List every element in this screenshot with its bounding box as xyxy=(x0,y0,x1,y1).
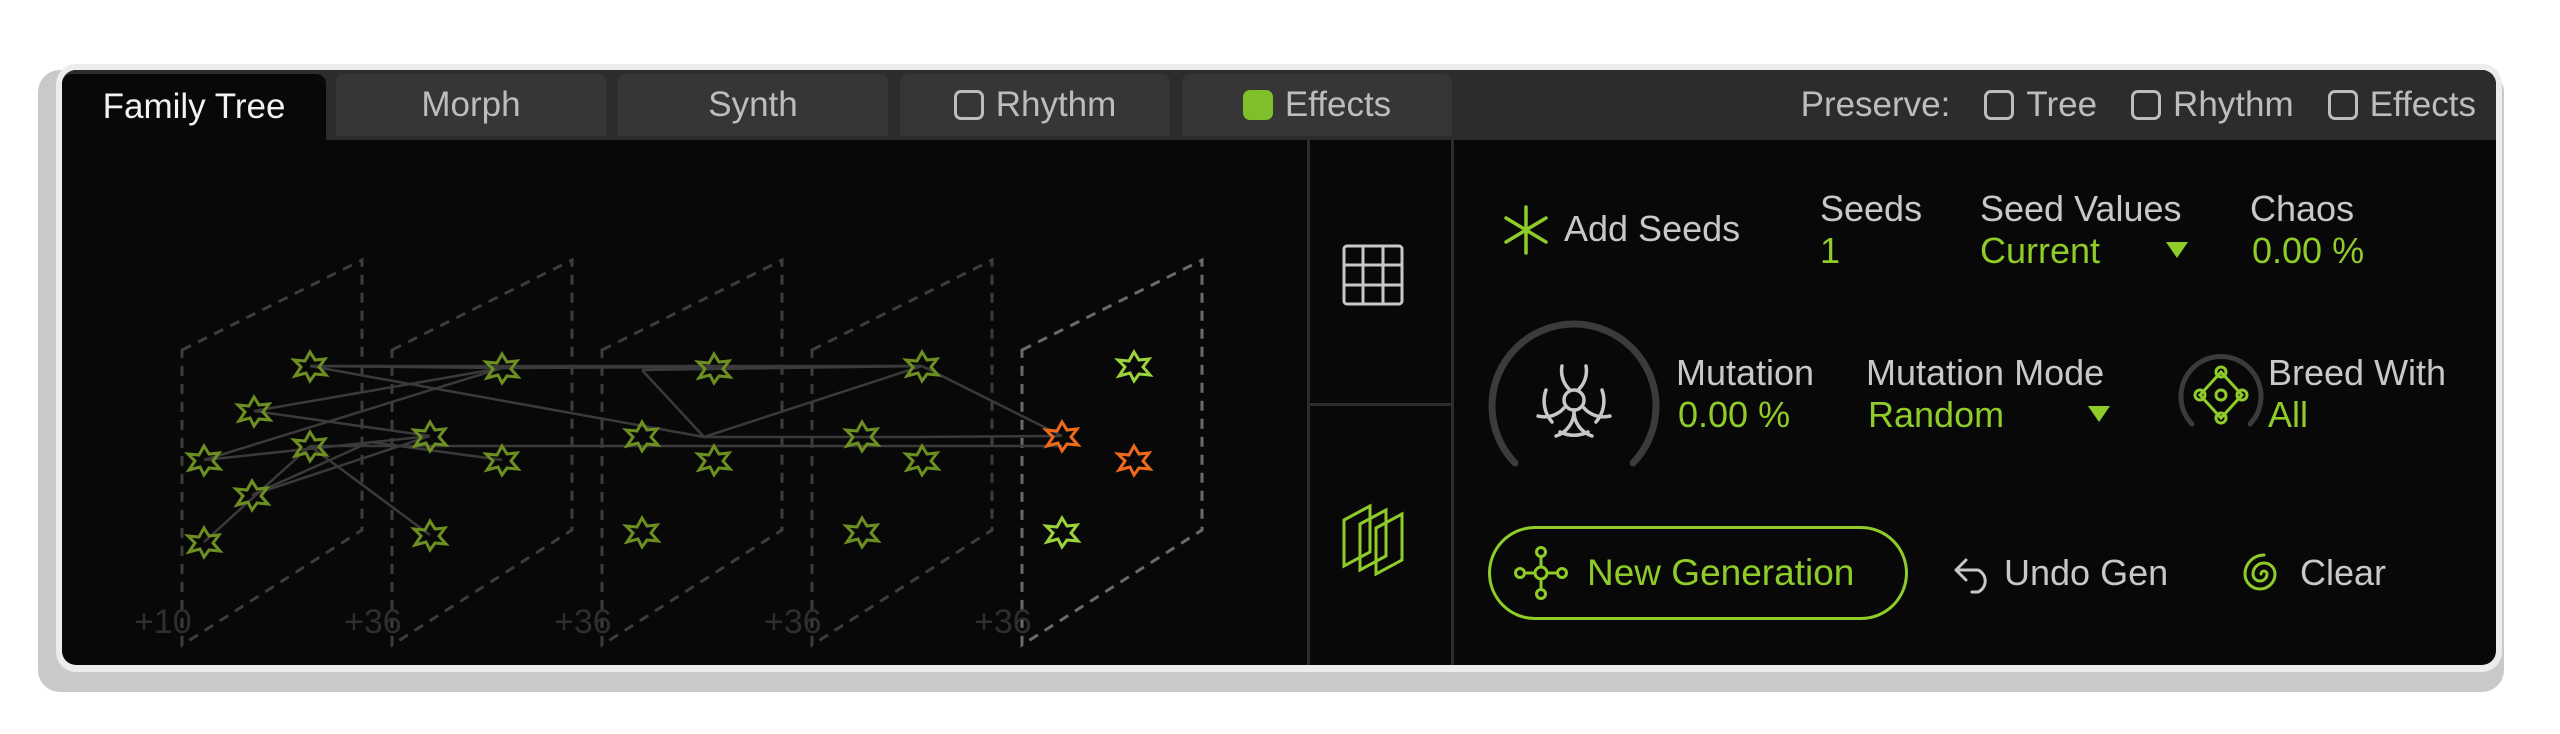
preserve-rhythm-checkbox[interactable] xyxy=(2131,90,2162,120)
seed-values-value: Current xyxy=(1980,230,2101,271)
tree-node xyxy=(1116,350,1152,383)
preserve-tree-label: Tree xyxy=(2026,85,2098,124)
tab-effects[interactable]: Effects xyxy=(1182,74,1452,136)
seeds-label: Seeds xyxy=(1820,188,1923,229)
branch-icon xyxy=(1514,546,1568,600)
tree-node xyxy=(904,444,940,477)
preserve-group: Preserve: Tree Rhythm Effects xyxy=(1801,70,2476,140)
clear-button[interactable]: Clear xyxy=(2240,548,2420,598)
new-generation-label: New Generation xyxy=(1587,552,1855,593)
grid-icon[interactable] xyxy=(1340,242,1406,308)
plugin-panel: Family Tree Morph Synth Rhythm Effects P… xyxy=(62,70,2496,665)
undo-gen-button[interactable]: Undo Gen xyxy=(1952,548,2192,598)
undo-gen-label: Undo Gen xyxy=(2004,552,2169,593)
seed-values-label: Seed Values xyxy=(1980,188,2182,229)
family-tree-view[interactable] xyxy=(62,140,1307,665)
breed-with-value[interactable]: All xyxy=(2268,394,2308,436)
clear-label: Clear xyxy=(2300,552,2387,593)
tab-morph[interactable]: Morph xyxy=(336,74,606,136)
dropdown-arrow-icon xyxy=(2088,406,2110,422)
divider xyxy=(1310,403,1454,406)
preserve-rhythm[interactable]: Rhythm xyxy=(2131,85,2294,125)
add-seeds-button[interactable]: Add Seeds xyxy=(1500,200,1830,260)
tree-node-selected xyxy=(1116,444,1152,477)
breed-icon[interactable] xyxy=(2176,350,2266,440)
generation-label: +36 xyxy=(554,603,612,641)
seeds-value[interactable]: 1 xyxy=(1820,230,1840,272)
generation-plane xyxy=(810,257,994,648)
generation-label: +36 xyxy=(764,603,822,641)
mutation-value[interactable]: 0.00 % xyxy=(1678,394,1790,436)
generation-plane xyxy=(1020,257,1204,648)
preserve-effects-label: Effects xyxy=(2369,85,2476,124)
chaos-value[interactable]: 0.00 % xyxy=(2252,230,2364,272)
effects-checkbox[interactable] xyxy=(1242,90,1273,120)
breed-with-label: Breed With xyxy=(2268,352,2447,393)
tree-node xyxy=(844,516,880,549)
tab-label: Synth xyxy=(708,85,798,124)
biohazard-icon xyxy=(1536,364,1612,438)
generation-label: +36 xyxy=(974,603,1032,641)
preserve-tree[interactable]: Tree xyxy=(1984,85,2097,125)
mutation-mode-label: Mutation Mode xyxy=(1866,352,2105,393)
tree-node xyxy=(624,516,660,549)
generation-plane xyxy=(390,257,574,648)
asterisk-icon xyxy=(1504,205,1548,255)
preserve-label: Preserve: xyxy=(1800,85,1951,124)
new-generation-button[interactable]: New Generation xyxy=(1488,526,1908,620)
rhythm-checkbox[interactable] xyxy=(953,90,984,120)
preserve-effects[interactable]: Effects xyxy=(2327,85,2476,125)
tab-label: Family Tree xyxy=(102,87,286,126)
tab-label: Rhythm xyxy=(995,85,1117,124)
tab-synth[interactable]: Synth xyxy=(618,74,888,136)
spiral-icon xyxy=(2243,553,2277,591)
generation-label: +36 xyxy=(344,603,402,641)
mutation-knob[interactable] xyxy=(1482,304,1666,488)
preserve-tree-checkbox[interactable] xyxy=(1984,90,2015,120)
mutation-mode-value: Random xyxy=(1868,394,2005,435)
tree-node xyxy=(484,444,520,477)
layers-icon[interactable] xyxy=(1340,500,1408,576)
preserve-effects-checkbox[interactable] xyxy=(2327,90,2358,120)
generation-plane xyxy=(600,257,784,648)
add-seeds-label: Add Seeds xyxy=(1564,208,1741,249)
generation-label: +10 xyxy=(134,603,192,641)
tree-node xyxy=(234,479,270,512)
undo-arrow-icon xyxy=(1954,558,1987,594)
tab-rhythm[interactable]: Rhythm xyxy=(900,74,1170,136)
tab-label: Effects xyxy=(1284,85,1392,124)
preserve-rhythm-label: Rhythm xyxy=(2173,85,2294,124)
tree-node xyxy=(696,444,732,477)
dropdown-arrow-icon xyxy=(2166,242,2188,258)
tab-label: Morph xyxy=(421,85,521,124)
tab-bar: Family Tree Morph Synth Rhythm Effects P… xyxy=(62,70,2496,140)
tree-node xyxy=(1044,516,1080,549)
mutation-mode-dropdown[interactable]: Random xyxy=(1868,394,2110,438)
tab-family-tree[interactable]: Family Tree xyxy=(62,74,326,140)
tree-node xyxy=(186,444,222,477)
chaos-label: Chaos xyxy=(2250,188,2355,229)
seed-values-dropdown[interactable]: Current xyxy=(1980,230,2190,274)
mutation-label: Mutation xyxy=(1676,352,1815,393)
